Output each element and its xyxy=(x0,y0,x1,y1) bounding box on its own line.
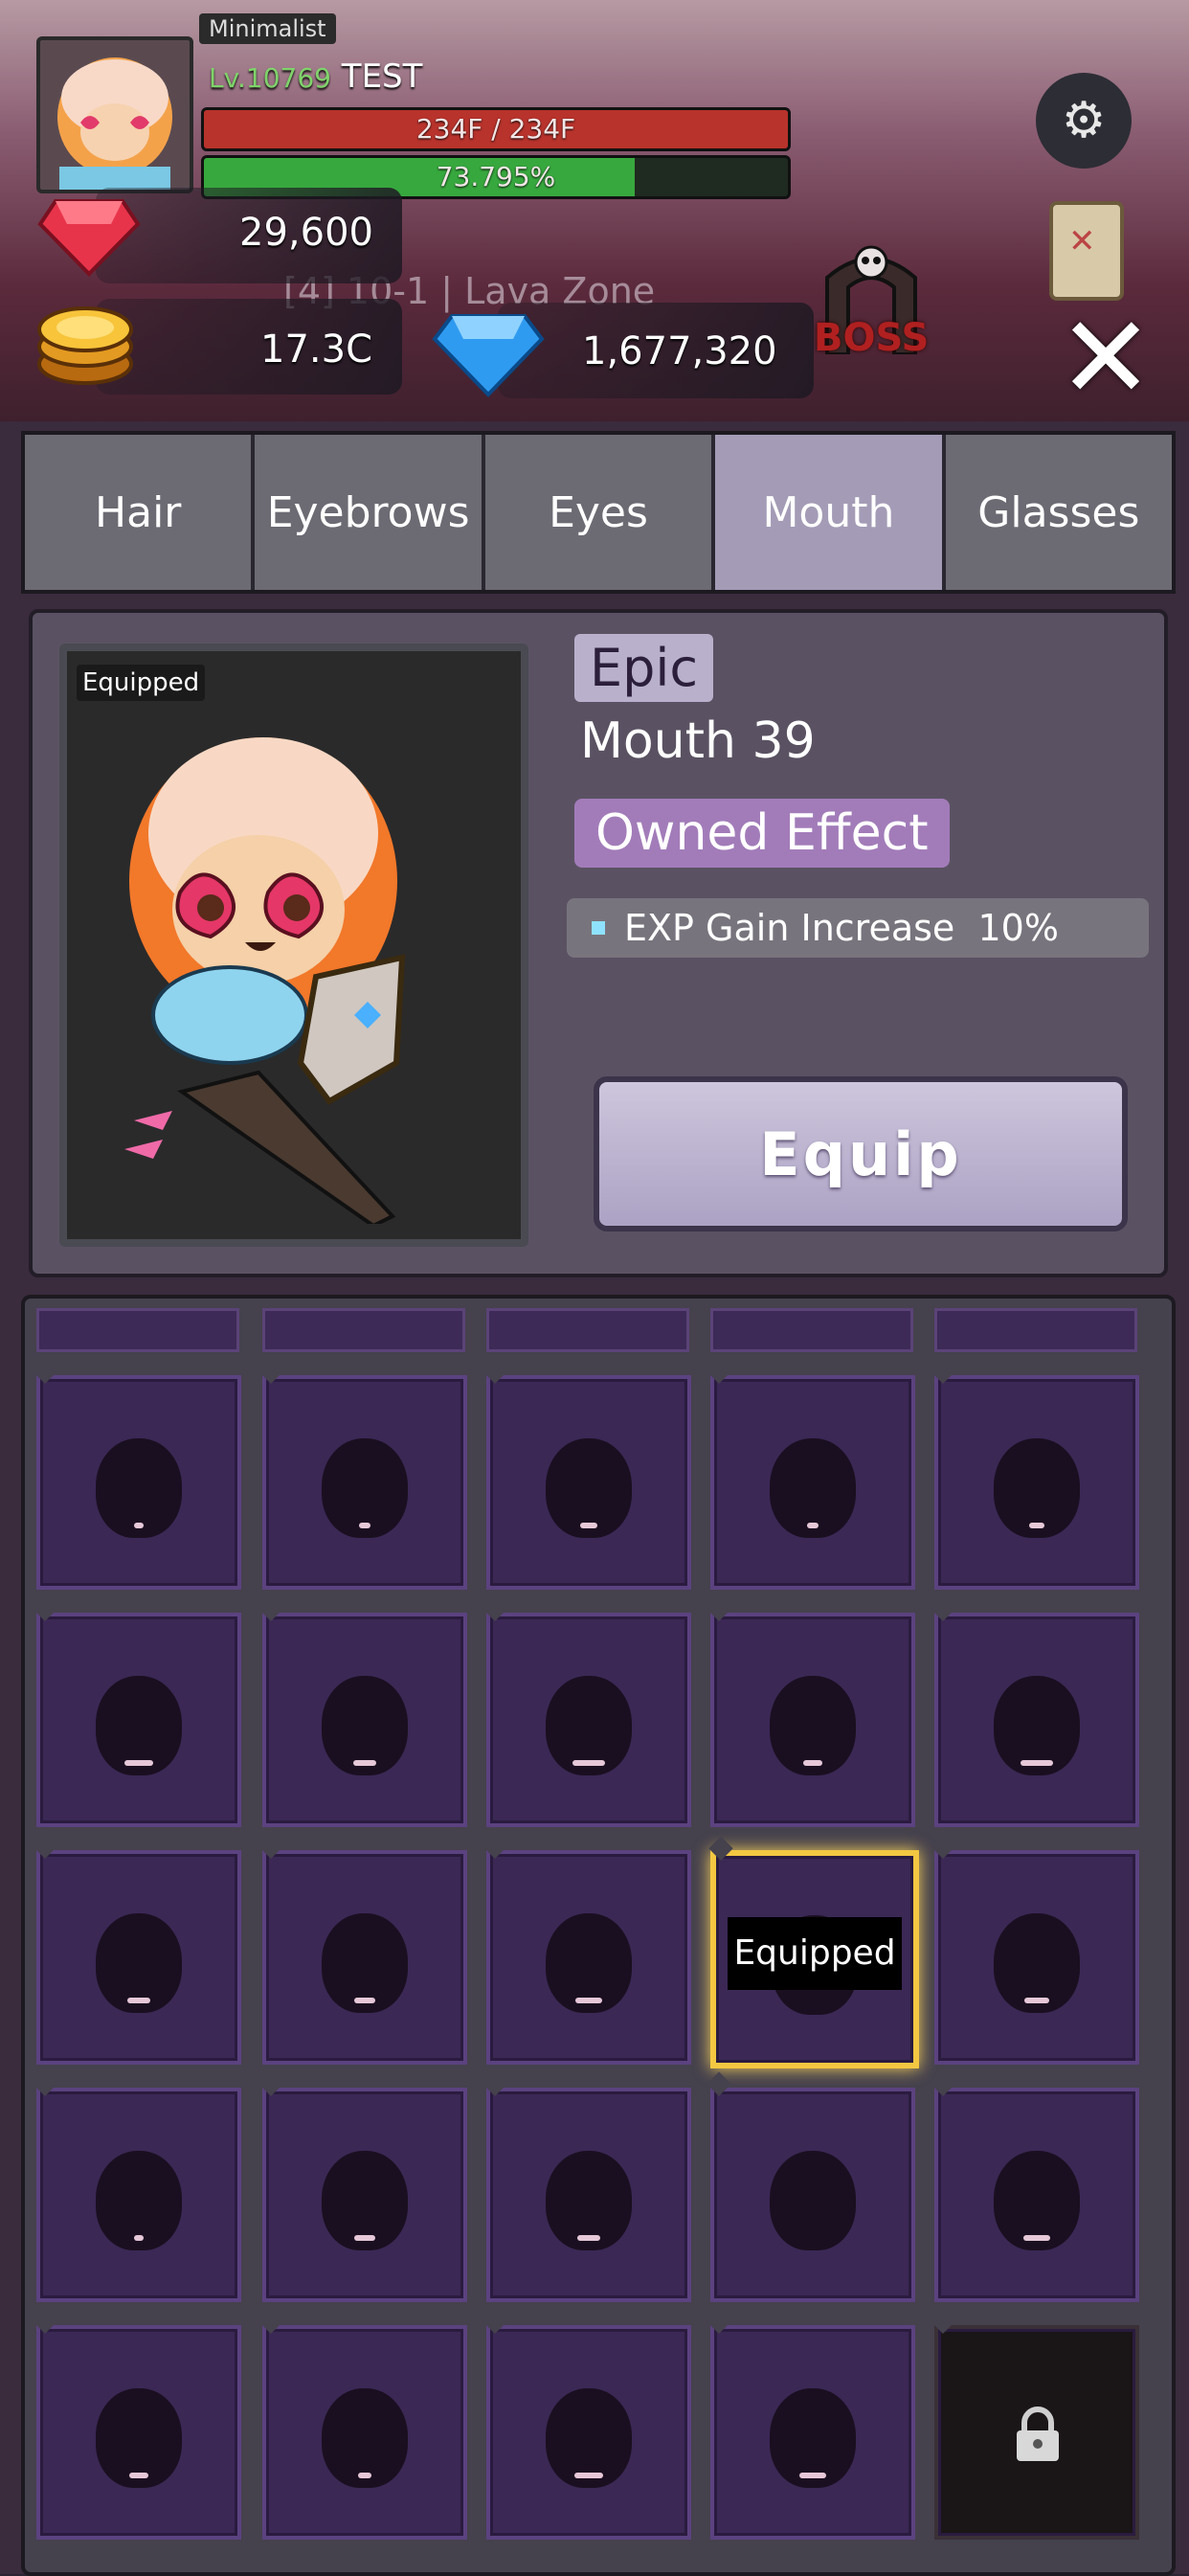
mouth-item-slot[interactable] xyxy=(262,1613,467,1827)
mouth-item-slot[interactable] xyxy=(262,2325,467,2540)
mouth-preview xyxy=(799,2473,826,2478)
tab-hair[interactable]: Hair xyxy=(25,435,256,590)
mouth-item-slot[interactable] xyxy=(36,1850,241,2065)
equipped-item-slot[interactable]: Equipped xyxy=(710,1850,919,2068)
mouth-preview xyxy=(124,1760,153,1766)
mouth-preview xyxy=(1024,1998,1049,2003)
mouth-item-slot[interactable] xyxy=(934,1613,1139,1827)
hp-text: 234F / 234F xyxy=(415,113,576,145)
character-illustration xyxy=(124,737,406,1229)
item-name: Mouth 39 xyxy=(580,712,816,770)
mouth-item-slot[interactable] xyxy=(486,1613,691,1827)
boss-label[interactable]: BOSS xyxy=(814,316,929,360)
mouth-item-slot[interactable] xyxy=(486,1375,691,1590)
mouth-preview xyxy=(1023,2235,1050,2241)
effect-row: EXP Gain Increase 10% xyxy=(567,898,1149,958)
ruby-amount: 29,600 xyxy=(239,211,373,255)
tab-mouth[interactable]: Mouth xyxy=(715,435,946,590)
mouth-preview xyxy=(127,1998,150,2003)
item-detail-panel: Equipped Epic Mouth 39 Owned Effect EXP … xyxy=(29,609,1168,1277)
bullet-icon xyxy=(592,920,605,935)
owned-effect-label: Owned Effect xyxy=(574,799,950,868)
partial-item-slot[interactable] xyxy=(710,1308,913,1352)
mouth-preview xyxy=(1021,1760,1053,1766)
hp-bar: 234F / 234F xyxy=(201,107,791,151)
mouth-item-slot[interactable] xyxy=(934,1850,1139,2065)
mouth-preview xyxy=(572,1760,605,1766)
close-icon[interactable]: ✕ xyxy=(1053,302,1158,417)
level-number: 10769 xyxy=(245,62,331,94)
mouth-preview xyxy=(574,2473,603,2478)
mouth-item-slot[interactable] xyxy=(36,2088,241,2302)
mouth-item-slot[interactable] xyxy=(710,1613,915,1827)
equip-button[interactable]: Equip xyxy=(594,1076,1128,1232)
item-grid: Equipped xyxy=(21,1295,1176,2576)
mouth-preview xyxy=(134,2235,144,2241)
mouth-preview xyxy=(354,2235,375,2241)
mouth-preview xyxy=(129,2473,148,2478)
partial-item-slot[interactable] xyxy=(36,1308,239,1352)
mouth-item-slot[interactable] xyxy=(710,1375,915,1590)
category-tabs: Hair Eyebrows Eyes Mouth Glasses xyxy=(21,431,1176,594)
face-silhouette xyxy=(770,2151,856,2250)
rarity-badge: Epic xyxy=(574,634,714,702)
mouth-item-slot[interactable] xyxy=(36,1613,241,1827)
level-prefix: Lv. xyxy=(209,62,246,94)
locked-item-slot[interactable] xyxy=(934,2325,1139,2540)
partial-item-slot[interactable] xyxy=(934,1308,1137,1352)
mouth-preview xyxy=(353,1760,376,1766)
mouth-preview xyxy=(807,1523,819,1528)
player-name: TEST xyxy=(341,57,423,96)
scroll-icon[interactable] xyxy=(1049,201,1124,301)
tab-eyes[interactable]: Eyes xyxy=(484,435,716,590)
equipped-badge: Equipped xyxy=(728,1917,902,1990)
mouth-preview xyxy=(354,1998,375,2003)
lock-icon xyxy=(1017,2407,1059,2461)
player-avatar[interactable] xyxy=(36,36,193,193)
mouth-preview xyxy=(577,2235,600,2241)
partial-item-slot[interactable] xyxy=(486,1308,689,1352)
tab-glasses[interactable]: Glasses xyxy=(945,435,1173,590)
mouth-item-slot[interactable] xyxy=(262,2088,467,2302)
mouth-item-slot[interactable] xyxy=(486,2325,691,2540)
player-title-tag: Minimalist xyxy=(199,13,336,44)
mouth-item-slot[interactable] xyxy=(262,1375,467,1590)
diamond-icon xyxy=(432,314,545,397)
mouth-preview xyxy=(803,1760,822,1766)
player-level-label: Lv.10769 TEST xyxy=(209,57,422,96)
gold-coin-icon xyxy=(37,306,133,385)
gold-amount: 17.3C xyxy=(260,328,372,372)
mouth-preview xyxy=(134,1523,144,1528)
gear-icon[interactable]: ⚙ xyxy=(1036,73,1132,169)
character-preview: Equipped xyxy=(59,644,528,1247)
mouth-preview xyxy=(1029,1523,1044,1528)
mouth-item-slot[interactable] xyxy=(36,1375,241,1590)
equipped-badge: Equipped xyxy=(77,665,206,701)
diamond-amount: 1,677,320 xyxy=(582,329,777,373)
mouth-preview xyxy=(575,1998,602,2003)
mouth-item-slot[interactable] xyxy=(934,1375,1139,1590)
ruby-icon xyxy=(37,199,141,277)
mouth-item-slot[interactable] xyxy=(486,2088,691,2302)
effect-value: 10% xyxy=(977,907,1059,949)
tab-eyebrows[interactable]: Eyebrows xyxy=(255,435,485,590)
mouth-item-slot[interactable] xyxy=(36,2325,241,2540)
mouth-preview xyxy=(580,1523,597,1528)
effect-name: EXP Gain Increase xyxy=(624,907,955,949)
mouth-preview xyxy=(359,1523,370,1528)
mouth-preview xyxy=(358,2473,371,2478)
partial-item-slot[interactable] xyxy=(262,1308,465,1352)
mouth-item-slot[interactable] xyxy=(710,2088,915,2302)
mouth-item-slot[interactable] xyxy=(710,2325,915,2540)
mouth-item-slot[interactable] xyxy=(934,2088,1139,2302)
mouth-item-slot[interactable] xyxy=(486,1850,691,2065)
mouth-item-slot[interactable] xyxy=(262,1850,467,2065)
